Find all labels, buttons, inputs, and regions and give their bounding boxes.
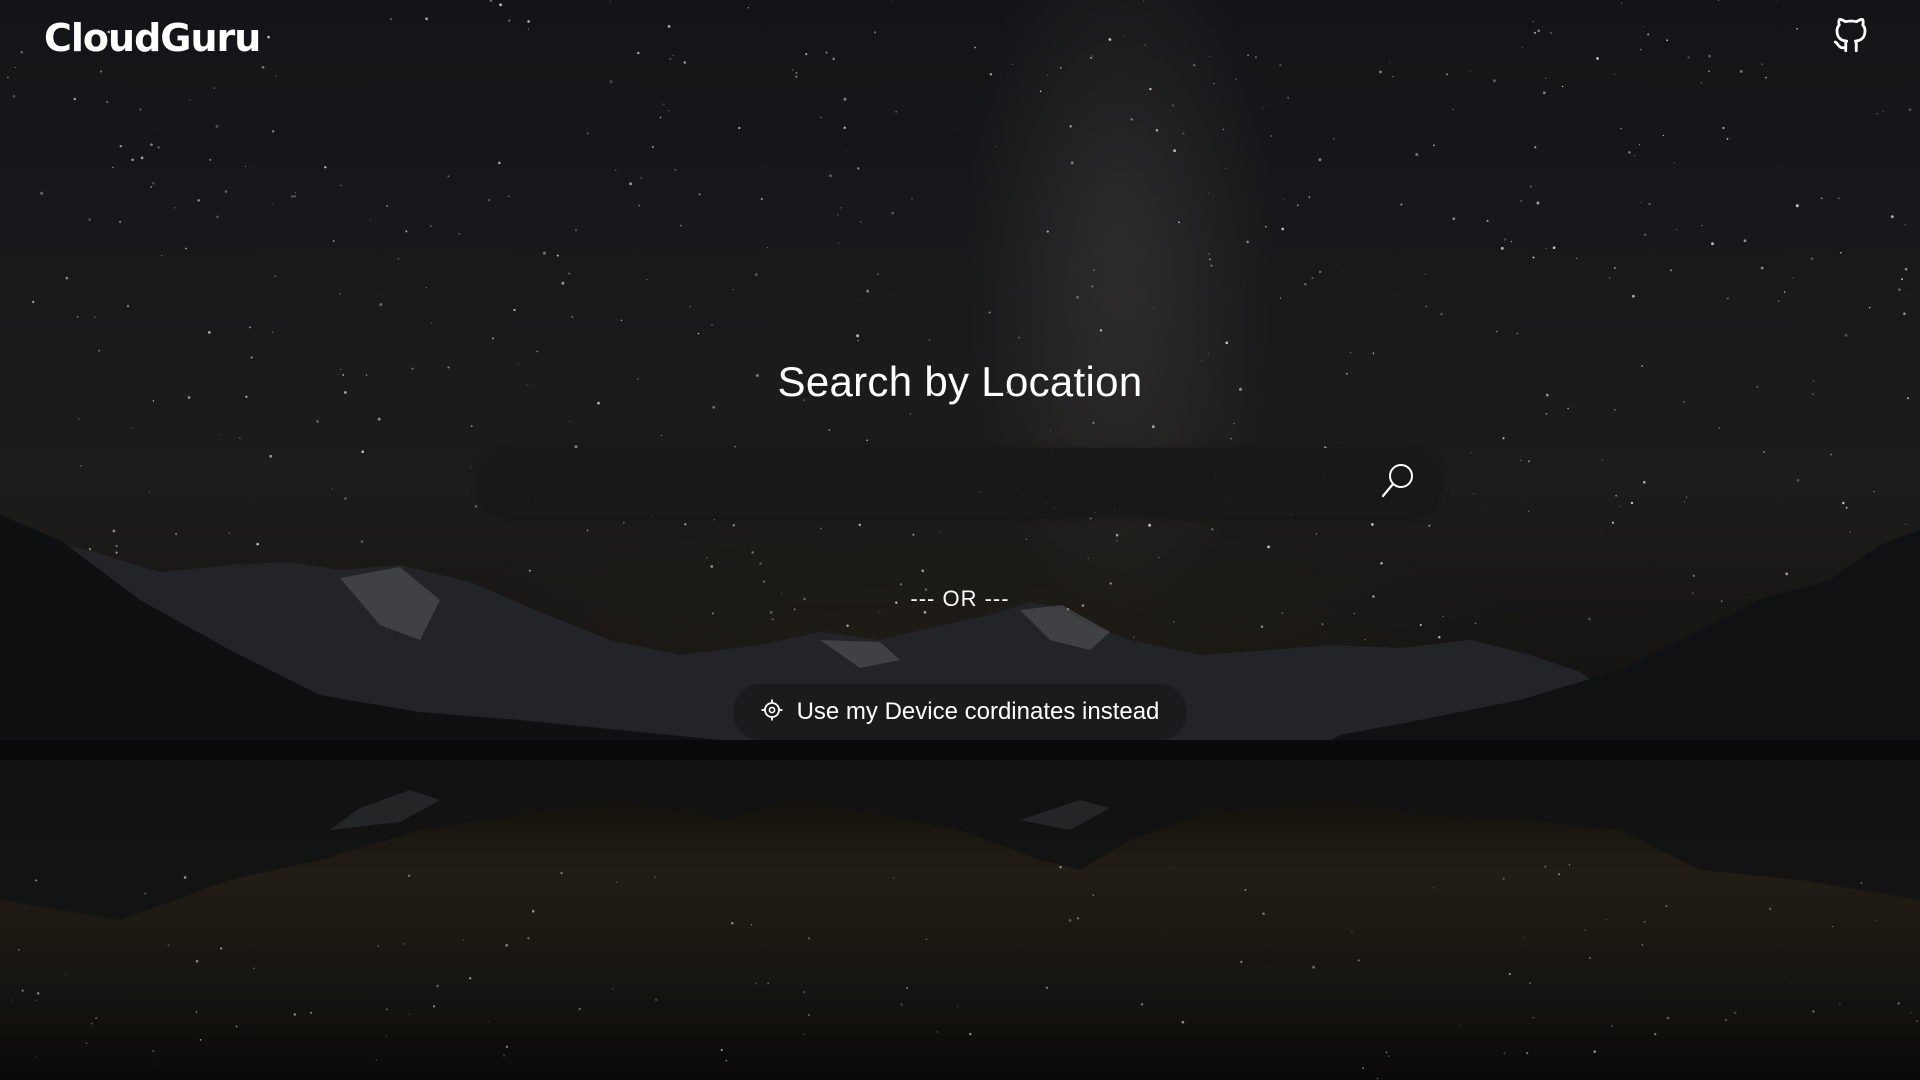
use-device-coordinates-button[interactable]: Use my Device cordinates instead <box>733 684 1187 740</box>
or-separator: --- OR --- <box>910 586 1010 611</box>
location-target-icon <box>761 699 783 721</box>
page-title: Search by Location <box>777 358 1143 405</box>
search-button[interactable] <box>1374 459 1420 505</box>
dark-overlay <box>0 0 1920 1080</box>
search-input[interactable] <box>516 448 1340 518</box>
search-bar <box>480 448 1440 518</box>
brand-logo[interactable]: CloudGuru <box>44 16 261 60</box>
use-device-coordinates-label: Use my Device cordinates instead <box>796 698 1160 725</box>
app-root: CloudGuru Search by Location --- OR --- <box>0 0 1920 1080</box>
github-link[interactable] <box>1830 14 1872 56</box>
background-landscape <box>0 0 1920 1080</box>
search-icon <box>1381 464 1413 498</box>
github-icon <box>1833 17 1867 53</box>
